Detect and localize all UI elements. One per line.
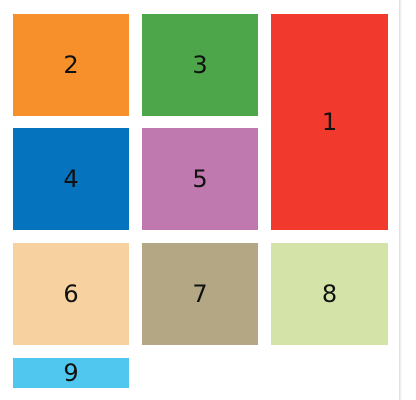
tile-8-label: 8	[321, 280, 338, 308]
tile-4[interactable]: 4	[13, 128, 129, 230]
tile-1[interactable]: 1	[271, 14, 388, 230]
tile-5[interactable]: 5	[142, 128, 258, 230]
tile-2-label: 2	[63, 51, 79, 79]
tile-6[interactable]: 6	[13, 243, 129, 345]
tile-1-label: 1	[321, 108, 338, 136]
tile-2[interactable]: 2	[13, 14, 129, 116]
tile-7[interactable]: 7	[142, 243, 258, 345]
tile-5-label: 5	[192, 165, 208, 193]
tile-4-label: 4	[63, 165, 79, 193]
tile-7-label: 7	[192, 280, 208, 308]
tile-3-label: 3	[192, 51, 208, 79]
tile-9[interactable]: 9	[13, 358, 129, 388]
tile-9-label: 9	[63, 359, 79, 387]
tile-grid: 2 3 1 4 5 6 7 8 9	[0, 0, 416, 400]
tile-6-label: 6	[63, 280, 79, 308]
tile-3[interactable]: 3	[142, 14, 258, 116]
tile-8[interactable]: 8	[271, 243, 388, 345]
right-edge-shadow	[399, 0, 402, 400]
